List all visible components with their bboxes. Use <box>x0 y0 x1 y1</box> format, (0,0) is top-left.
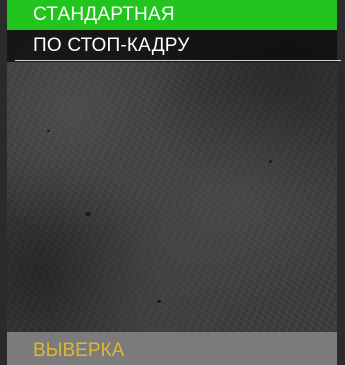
menu-item-standard[interactable]: СТАНДАРТНАЯ <box>7 0 337 30</box>
footer-label-alignment: ВЫВЕРКА <box>33 340 125 361</box>
surface-speck <box>157 300 161 303</box>
surface-speck <box>47 130 50 132</box>
surface-speck <box>269 160 272 163</box>
footer-bar[interactable]: ВЫВЕРКА <box>7 332 337 365</box>
surface-speck <box>85 212 91 216</box>
menu-divider <box>15 60 341 61</box>
mode-menu: СТАНДАРТНАЯ ПО СТОП-КАДРУ <box>7 0 337 62</box>
menu-item-freeze-frame[interactable]: ПО СТОП-КАДРУ <box>7 30 337 62</box>
device-screen: СТАНДАРТНАЯ ПО СТОП-КАДРУ ВЫВЕРКА <box>7 0 337 365</box>
